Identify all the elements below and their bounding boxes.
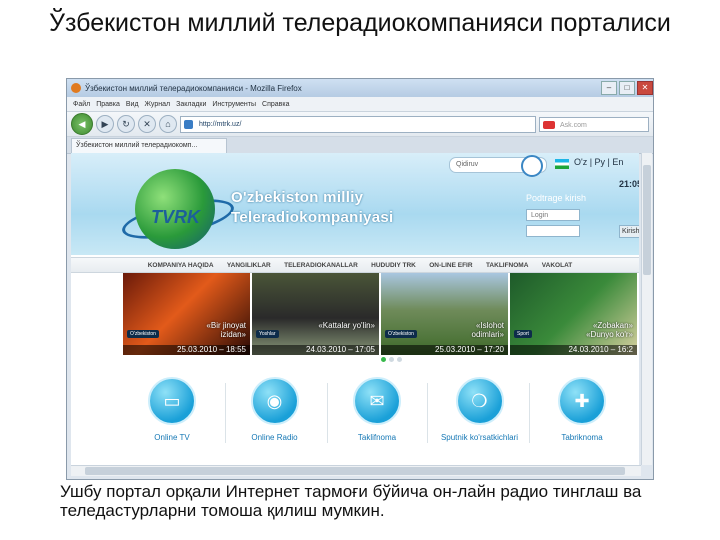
site-nav: KOMPANIYA HAQIDA YANGILIKLAR TELERADIOKA…: [71, 257, 639, 273]
slide-date: 25.03.2010 – 17:20: [381, 345, 508, 355]
slide-item[interactable]: O'zbekiston «Islohot odimlari» 25.03.201…: [381, 273, 508, 355]
search-icon[interactable]: [521, 155, 543, 177]
tab-strip: Ўзбекистон миллий телерадиокомп...: [67, 137, 653, 154]
service-online-tv[interactable]: ▭ Online TV: [127, 373, 217, 463]
horizontal-scrollbar[interactable]: [71, 465, 641, 476]
login-field[interactable]: Login: [526, 209, 580, 221]
menu-bar: Файл Правка Вид Журнал Закладки Инструме…: [67, 97, 653, 112]
nav-item-channels[interactable]: TELERADIOKANALLAR: [284, 262, 358, 269]
browser-window: Ўзбекистон миллий телерадиокомпанияси - …: [66, 78, 654, 480]
channel-badge: Sport: [514, 330, 532, 338]
site-banner: TVRK O'zbekiston milliy Teleradiokompani…: [71, 153, 639, 255]
stop-button[interactable]: ✕: [138, 115, 156, 133]
tab-current[interactable]: Ўзбекистон миллий телерадиокомп...: [71, 138, 227, 153]
clock: 21:05: [619, 179, 639, 189]
brand-line-2: Teleradiokompaniyasi: [231, 209, 394, 226]
slide-item[interactable]: O'zbekiston «Bir jinoyat izidan» 25.03.2…: [123, 273, 250, 355]
title-bar: Ўзбекистон миллий телерадиокомпанияси - …: [67, 79, 653, 97]
featured-slider: O'zbekiston «Bir jinoyat izidan» 25.03.2…: [123, 273, 637, 355]
nav-item-about[interactable]: KOMPANIYA HAQIDA: [148, 262, 214, 269]
site-favicon: [184, 119, 193, 129]
mail-icon: ✉: [353, 377, 401, 425]
password-field[interactable]: [526, 225, 580, 237]
firefox-icon: [71, 83, 81, 93]
gift-icon: ✚: [558, 377, 606, 425]
services-row: ▭ Online TV ◉ Online Radio ✉ Taklifnoma …: [127, 373, 627, 463]
minimize-button[interactable]: –: [601, 81, 617, 95]
forward-button[interactable]: ▶: [96, 115, 114, 133]
menu-item-bookmarks[interactable]: Закладки: [176, 101, 206, 108]
menu-item-file[interactable]: Файл: [73, 101, 90, 108]
slider-dot[interactable]: [381, 357, 386, 362]
slide-title: «Bir jinoyat izidan»: [206, 321, 246, 339]
slide-caption: Ушбу портал орқали Интернет тармоғи бўйи…: [60, 482, 642, 520]
horizontal-scroll-thumb[interactable]: [85, 467, 625, 475]
service-invitation[interactable]: ✉ Taklifnoma: [332, 373, 422, 463]
slide-title: «Kattalar yo'lin»: [318, 321, 375, 330]
slide-item[interactable]: Sport «Zobakan» «Dunyo ko'r» 24.03.2010 …: [510, 273, 637, 355]
menu-item-tools[interactable]: Инструменты: [212, 101, 256, 108]
channel-badge: O'zbekiston: [385, 330, 417, 338]
service-label: Sputnik ko'rsatkichlari: [440, 433, 519, 442]
window-title: Ўзбекистон миллий телерадиокомпанияси - …: [85, 83, 302, 93]
menu-item-edit[interactable]: Правка: [96, 101, 120, 108]
nav-item-news[interactable]: YANGILIKLAR: [227, 262, 271, 269]
slide-item[interactable]: Yoshlar «Kattalar yo'lin» 24.03.2010 – 1…: [252, 273, 379, 355]
login-title: Podtrage kirish: [526, 193, 587, 203]
radio-icon: ◉: [250, 377, 299, 425]
service-satellite[interactable]: ❍ Sputnik ko'rsatkichlari: [435, 373, 525, 463]
channel-badge: O'zbekiston: [127, 330, 159, 338]
uzbekistan-flag-icon: [555, 159, 569, 169]
nav-item-invitation[interactable]: TAKLIFNOMA: [486, 262, 528, 269]
slider-dot[interactable]: [389, 357, 394, 362]
service-label: Tabriknoma: [561, 433, 603, 442]
logo-text: TVRK: [151, 207, 200, 227]
url-text: http://mtrk.uz/: [199, 120, 242, 128]
search-engine-icon[interactable]: [543, 120, 555, 129]
navigation-toolbar: ◀ ▶ ↻ ✕ ⌂ http://mtrk.uz/ Ask.com: [67, 112, 653, 137]
brand-line-1: O'zbekiston milliy: [231, 189, 364, 206]
slide-date: 24.03.2010 – 17:05: [252, 345, 379, 355]
menu-item-view[interactable]: Вид: [126, 101, 139, 108]
address-bar[interactable]: http://mtrk.uz/: [180, 115, 536, 133]
channel-badge: Yoshlar: [256, 330, 279, 338]
slide-title: «Islohot odimlari»: [471, 321, 504, 339]
divider: [427, 383, 428, 443]
menu-item-history[interactable]: Журнал: [145, 101, 171, 108]
browser-search-box[interactable]: Ask.com: [539, 116, 649, 132]
chat-icon: ❍: [455, 377, 504, 425]
service-label: Taklifnoma: [357, 433, 397, 442]
service-greeting[interactable]: ✚ Tabriknoma: [537, 373, 627, 463]
menu-item-help[interactable]: Справка: [262, 101, 289, 108]
browser-search-placeholder: Ask.com: [560, 121, 587, 129]
language-switcher[interactable]: O'z | Ру | En: [574, 157, 623, 167]
back-button[interactable]: ◀: [71, 113, 93, 135]
slide-date: 24.03.2010 – 16:2: [510, 345, 637, 355]
vertical-scroll-thumb[interactable]: [643, 165, 651, 275]
vertical-scrollbar[interactable]: [641, 153, 652, 465]
service-label: Online TV: [154, 433, 190, 442]
home-button[interactable]: ⌂: [159, 115, 177, 133]
divider: [225, 383, 226, 443]
service-online-radio[interactable]: ◉ Online Radio: [230, 373, 320, 463]
slide-title: Ўзбекистон миллий телерадиокомпанияси по…: [49, 9, 671, 37]
slide-date: 25.03.2010 – 18:55: [123, 345, 250, 355]
service-label: Online Radio: [251, 433, 298, 442]
close-button[interactable]: ✕: [637, 81, 653, 95]
slide-title: «Zobakan» «Dunyo ko'r»: [586, 321, 633, 339]
nav-item-regional[interactable]: HUDUDIY TRK: [371, 262, 416, 269]
nav-item-online[interactable]: ON-LINE EFIR: [429, 262, 472, 269]
divider: [327, 383, 328, 443]
slider-dot[interactable]: [397, 357, 402, 362]
nav-item-vakolat[interactable]: VAKOLAT: [542, 262, 572, 269]
reload-button[interactable]: ↻: [117, 115, 135, 133]
web-page: TVRK O'zbekiston milliy Teleradiokompani…: [71, 153, 639, 465]
tv-icon: ▭: [148, 377, 196, 425]
divider: [529, 383, 530, 443]
slider-dots: [381, 357, 402, 362]
maximize-button[interactable]: □: [619, 81, 635, 95]
login-button[interactable]: Kirish: [619, 225, 639, 238]
